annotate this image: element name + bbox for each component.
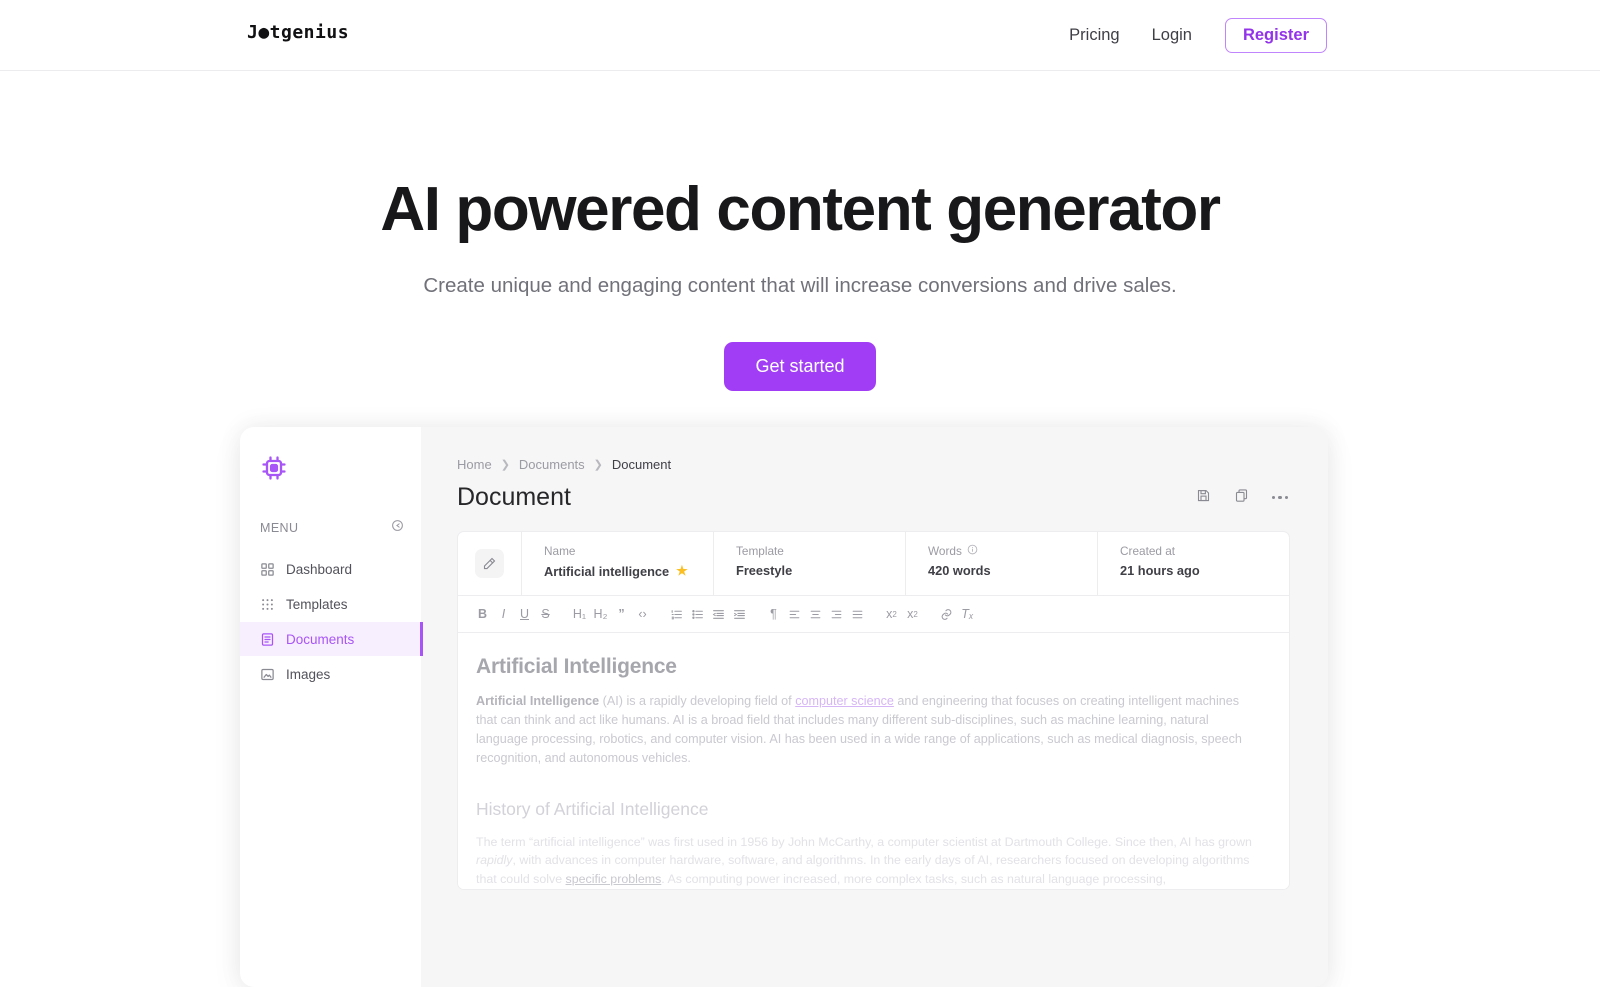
subscript-button[interactable]: x2 [881,601,902,627]
indent-button[interactable] [729,601,750,627]
editor-bold-term: Artificial Intelligence [476,694,600,708]
app-sidebar: MENU Dashboard Templates Documents Image… [240,427,423,987]
register-button[interactable]: Register [1224,18,1327,53]
grid-squares-icon [260,562,275,577]
sidebar-item-label: Documents [286,631,355,647]
info-circle-icon[interactable] [967,544,978,558]
outdent-button[interactable] [708,601,729,627]
sidebar-item-dashboard[interactable]: Dashboard [240,552,421,586]
hero-section: AI powered content generator Create uniq… [0,71,1600,392]
image-icon [260,667,275,682]
chevron-right-icon: ❯ [500,459,510,471]
document-icon-cell [458,532,522,595]
favorite-star-icon[interactable]: ★ [676,563,688,579]
editor-heading-1: Artificial Intelligence [476,655,677,678]
document-list-icon [260,632,275,647]
floppy-save-icon[interactable] [1196,488,1211,508]
top-navigation-bar: J●tgenius Pricing Login Register [0,0,1600,71]
chevron-right-icon: ❯ [593,459,603,471]
copy-icon[interactable] [1234,488,1249,508]
superscript-button[interactable]: x2 [902,601,923,627]
editor-link-computer-science[interactable]: computer science [795,694,894,708]
meta-words-field: Words 420 words [906,532,1098,595]
meta-created-field: Created at 21 hours ago [1098,532,1289,595]
heading-1-button[interactable]: H₁ [569,601,590,627]
strikethrough-button[interactable]: S [535,601,556,627]
italic-button[interactable]: I [493,601,514,627]
bold-button[interactable]: B [472,601,493,627]
meta-label-words: Words [928,544,962,558]
editor-paragraph-2: The term “artificial intelligence” was f… [476,833,1259,890]
app-logo[interactable] [240,441,421,487]
link-button[interactable] [936,601,957,627]
document-title: Document [457,483,571,511]
hero-subtitle: Create unique and engaging content that … [423,274,1177,298]
nav-login-link[interactable]: Login [1136,18,1208,53]
heading-2-button[interactable]: H₂ [590,601,611,627]
meta-name-field: Name Artificial intelligence ★ [522,532,714,595]
align-justify-button[interactable] [847,601,868,627]
editor-italic-term: rapidly [476,853,513,868]
sidebar-item-templates[interactable]: Templates [240,587,421,621]
align-center-button[interactable] [805,601,826,627]
app-preview-mockup: MENU Dashboard Templates Documents Image… [240,427,1328,987]
clear-format-button[interactable]: Tₓ [957,601,978,627]
align-right-button[interactable] [826,601,847,627]
breadcrumb: Home ❯ Documents ❯ Document [457,457,1290,472]
editor-heading-2: History of Artificial Intelligence [476,798,709,819]
editor-p1-text-a: (AI) is a rapidly developing field of [599,694,796,708]
sidebar-menu-label: MENU [260,521,299,535]
app-main-panel: Home ❯ Documents ❯ Document Document Nam… [421,427,1328,987]
magic-pencil-icon [475,549,504,578]
sidebar-item-documents[interactable]: Documents [240,622,423,656]
meta-value-created: 21 hours ago [1120,563,1200,578]
meta-label-name: Name [544,544,576,558]
document-header: Document [457,483,1290,512]
editor-link-specific-problems[interactable]: specific problems [566,872,662,886]
code-block-button[interactable]: ‹› [632,601,653,627]
get-started-button[interactable]: Get started [724,342,876,392]
meta-template-field: Template Freestyle [714,532,906,595]
bullet-list-button[interactable] [687,601,708,627]
sidebar-item-label: Dashboard [286,561,353,577]
document-meta-row: Name Artificial intelligence ★ Template … [458,532,1289,595]
breadcrumb-documents[interactable]: Documents [519,457,585,472]
sidebar-item-label: Images [286,666,331,682]
cta-wrapper: Get started [0,342,1600,392]
meta-value-words: 420 words [928,563,991,578]
page-title: AI powered content generator [380,175,1221,244]
ellipsis-icon[interactable] [1271,495,1288,500]
align-left-button[interactable] [784,601,805,627]
document-editor[interactable]: Artificial Intelligence Artificial Intel… [458,633,1289,890]
dots-grid-icon [260,597,275,612]
editor-p2-text-c: . As computing power increased, more com… [661,872,1167,887]
sidebar-item-label: Templates [286,596,348,612]
breadcrumb-current: Document [611,457,672,472]
collapse-circle-icon[interactable] [391,519,404,537]
document-actions [1196,488,1291,508]
brand-logo[interactable]: J●tgenius [247,22,349,43]
editor-toolbar: B I U S H₁ H₂ ” ‹› ¶ x 2 x 2 Tₓ [458,595,1289,633]
meta-value-name: Artificial intelligence [544,563,670,579]
sidebar-items: Dashboard Templates Documents Images [240,552,423,691]
meta-label-template: Template [736,544,784,558]
meta-label-created: Created at [1120,544,1176,558]
document-meta-card: Name Artificial intelligence ★ Template … [457,531,1290,891]
meta-value-template: Freestyle [736,563,793,578]
nav-links: Pricing Login Register [1053,0,1327,71]
sidebar-item-images[interactable]: Images [240,657,421,691]
editor-paragraph-1: Artificial Intelligence (AI) is a rapidl… [476,692,1259,769]
underline-button[interactable]: U [514,601,535,627]
blockquote-button[interactable]: ” [611,601,632,627]
text-direction-button[interactable]: ¶ [763,601,784,627]
nav-pricing-link[interactable]: Pricing [1053,18,1135,53]
ordered-list-button[interactable] [666,601,687,627]
sidebar-menu-header: MENU [240,518,421,538]
breadcrumb-home[interactable]: Home [457,457,492,472]
editor-p2-text-a: The term “artificial intelligence” was f… [476,834,1252,849]
